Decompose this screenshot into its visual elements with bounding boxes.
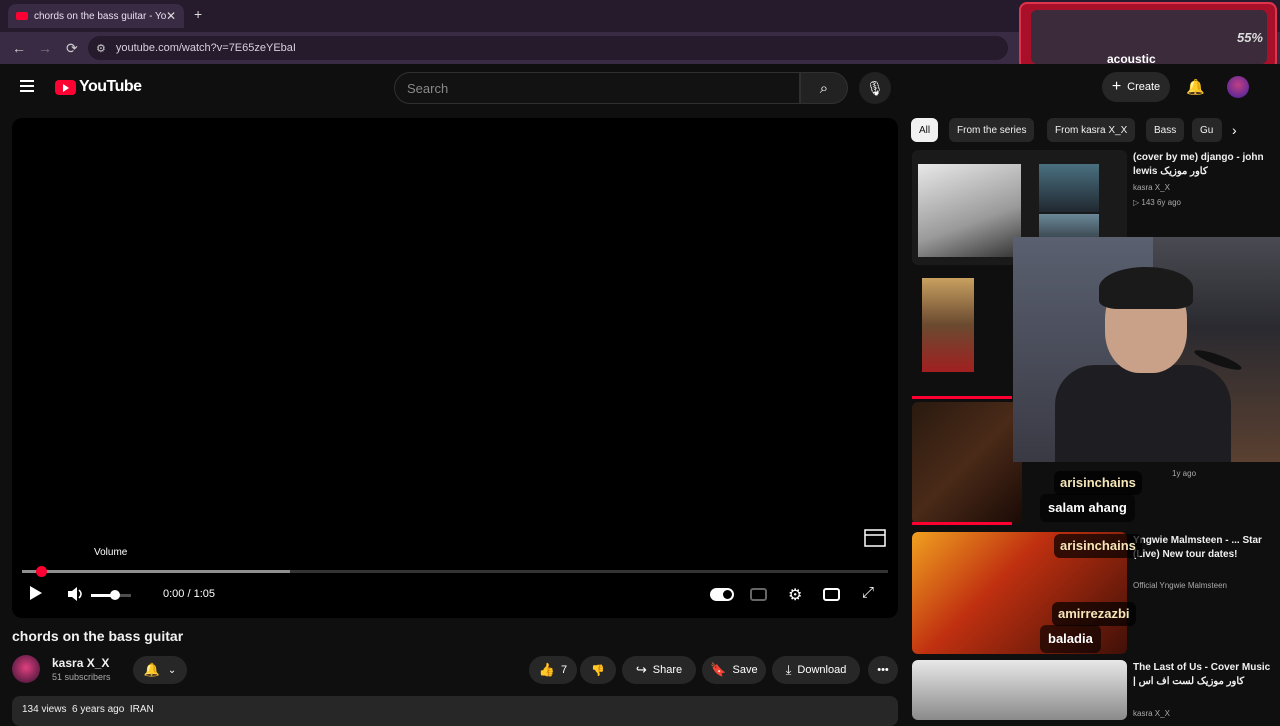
chat-username-1: arisinchains bbox=[1054, 471, 1142, 495]
mic-icon: 🎙 bbox=[866, 79, 884, 96]
like-count: 7 bbox=[561, 664, 568, 676]
create-label: Create bbox=[1127, 81, 1161, 93]
rec-thumbnail-5[interactable] bbox=[912, 660, 1127, 720]
voice-search-button[interactable]: 🎙 bbox=[859, 72, 891, 104]
scrubber-knob[interactable] bbox=[36, 566, 47, 577]
thumbs-up-icon: 👍 bbox=[538, 662, 556, 677]
rec-thumb-image bbox=[1039, 164, 1099, 212]
more-horizontal-icon: ••• bbox=[877, 664, 889, 676]
widget-percent: 55% bbox=[1236, 30, 1263, 45]
rec-thumb-image bbox=[918, 164, 1021, 257]
rec-thumbnail-2[interactable] bbox=[912, 270, 1022, 395]
chip-from-channel[interactable]: From kasra X_X bbox=[1047, 118, 1136, 142]
watched-progress bbox=[912, 396, 1012, 399]
buffer-bar bbox=[22, 570, 291, 573]
rec-stats-1: ▷ 143 6y ago bbox=[1133, 198, 1181, 207]
save-button[interactable]: 🔖 Save bbox=[702, 656, 766, 684]
chat-username-3: amirrezazbi bbox=[1052, 602, 1136, 626]
channel-name[interactable]: kasra X_X bbox=[52, 656, 109, 670]
browser-tab[interactable]: chords on the bass guitar - YouTube ✕ bbox=[8, 4, 184, 28]
video-meta: 134 views 6 years ago IRAN bbox=[22, 704, 154, 715]
bell-icon: 🔔 bbox=[143, 662, 160, 677]
notifications-bell-icon[interactable]: 🔔 bbox=[1186, 78, 1205, 96]
streamer-headphones bbox=[1099, 267, 1193, 309]
share-button[interactable]: ↪ Share bbox=[622, 656, 696, 684]
bookmark-icon: 🔖 bbox=[710, 662, 727, 677]
watched-progress bbox=[912, 522, 1012, 525]
chat-message-3: baladia bbox=[1040, 625, 1101, 653]
rec-thumb-image bbox=[922, 278, 974, 372]
account-avatar[interactable] bbox=[1227, 76, 1249, 98]
chip-guitar[interactable]: Gu bbox=[1192, 118, 1222, 142]
stream-overlay-widget: 55% acoustic bbox=[1019, 2, 1277, 70]
fullscreen-icon[interactable]: ⤢ bbox=[862, 584, 874, 601]
chip-all[interactable]: All bbox=[911, 118, 939, 142]
time-display: 0:00 / 1:05 bbox=[163, 588, 215, 600]
menu-icon[interactable] bbox=[20, 80, 34, 92]
forward-button[interactable]: → bbox=[38, 40, 52, 56]
autoplay-toggle[interactable] bbox=[710, 588, 734, 601]
share-label: Share bbox=[652, 664, 683, 676]
youtube-play-icon bbox=[55, 79, 76, 95]
new-tab-button[interactable]: + bbox=[194, 6, 202, 22]
settings-gear-icon[interactable]: ⚙ bbox=[788, 585, 802, 605]
youtube-favicon-icon bbox=[16, 12, 28, 20]
save-label: Save bbox=[732, 664, 758, 676]
volume-knob[interactable] bbox=[110, 590, 120, 600]
cast-icon[interactable] bbox=[863, 528, 887, 552]
rec-channel-1[interactable]: kasra X_X bbox=[1133, 183, 1170, 192]
logo-text: YouTube bbox=[79, 78, 142, 95]
captions-icon[interactable] bbox=[750, 588, 767, 601]
download-label: Download bbox=[797, 664, 847, 676]
progress-bar[interactable] bbox=[22, 566, 888, 577]
chevron-down-icon: ⌄ bbox=[167, 664, 177, 676]
subscription-notify-button[interactable]: 🔔 ⌄ bbox=[133, 656, 187, 684]
subscriber-count: 51 subscribers bbox=[52, 672, 111, 682]
search-input[interactable]: Search bbox=[394, 72, 800, 104]
rec-channel-4[interactable]: Official Yngwie Malmsteen bbox=[1133, 581, 1227, 590]
share-icon: ↪ bbox=[635, 662, 647, 677]
thumbs-down-icon: 👎 bbox=[591, 664, 605, 677]
volume-tooltip: Volume bbox=[94, 547, 128, 558]
chevron-right-icon[interactable]: › bbox=[1232, 122, 1237, 138]
download-icon: ⤓ bbox=[785, 662, 792, 677]
youtube-logo[interactable]: YouTube bbox=[55, 78, 142, 96]
rec-stats-3: 1y ago bbox=[1172, 469, 1197, 478]
tab-close-icon[interactable]: ✕ bbox=[166, 9, 176, 23]
volume-slider[interactable] bbox=[91, 590, 131, 600]
chip-bass[interactable]: Bass bbox=[1146, 118, 1185, 142]
channel-avatar[interactable] bbox=[12, 655, 40, 683]
rec-channel-5[interactable]: kasra X_X bbox=[1133, 709, 1170, 718]
chip-from-the-series[interactable]: From the series bbox=[949, 118, 1035, 142]
search-button[interactable]: ⌕ bbox=[800, 72, 848, 104]
video-player[interactable]: Volume 0:00 / 1:05 ⚙ ⤢ bbox=[12, 118, 898, 618]
download-button[interactable]: ⤓ Download bbox=[772, 656, 860, 684]
play-button[interactable] bbox=[30, 586, 42, 600]
theater-mode-icon[interactable] bbox=[823, 588, 840, 601]
chat-message-1: salam ahang bbox=[1040, 494, 1135, 522]
volume-icon[interactable] bbox=[67, 586, 85, 602]
webcam-overlay bbox=[1013, 237, 1280, 462]
more-actions-button[interactable]: ••• bbox=[868, 656, 898, 684]
create-button[interactable]: + Create bbox=[1102, 72, 1170, 102]
rec-title-5[interactable]: The Last of Us - Cover Music | کاور موزی… bbox=[1133, 661, 1273, 689]
like-button[interactable]: 👍 7 bbox=[529, 656, 577, 684]
reload-button[interactable]: ⟳ bbox=[66, 40, 78, 57]
youtube-header: YouTube Search ⌕ 🎙 + Create 🔔 bbox=[0, 64, 1280, 112]
site-settings-icon[interactable]: ⚙ bbox=[96, 42, 106, 55]
plus-icon: + bbox=[1111, 78, 1122, 95]
rec-title-1[interactable]: (cover by me) django - john lewis کاور م… bbox=[1133, 151, 1273, 179]
url-text: youtube.com/watch?v=7E65zeYEbaI bbox=[115, 42, 296, 54]
back-button[interactable]: ← bbox=[12, 40, 26, 56]
search-icon: ⌕ bbox=[819, 79, 829, 97]
video-title: chords on the bass guitar bbox=[12, 628, 184, 644]
url-bar[interactable]: ⚙ youtube.com/watch?v=7E65zeYEbaI bbox=[88, 36, 1008, 60]
chat-username-2: arisinchains bbox=[1054, 534, 1142, 558]
streamer-body bbox=[1055, 365, 1231, 462]
video-description-box[interactable]: 134 views 6 years ago IRAN bbox=[12, 696, 898, 726]
rec-title-4[interactable]: Yngwie Malmsteen - ... Star (Live) New t… bbox=[1133, 534, 1273, 562]
rec-thumbnail-3[interactable] bbox=[912, 402, 1022, 524]
tab-title: chords on the bass guitar - YouTube bbox=[34, 10, 166, 22]
dislike-button[interactable]: 👎 bbox=[580, 656, 616, 684]
